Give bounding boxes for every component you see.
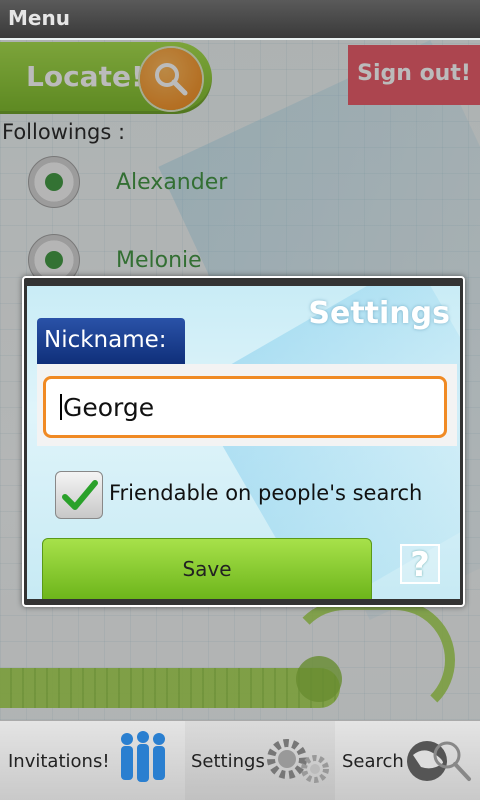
- save-label: Save: [182, 557, 232, 581]
- tab-search[interactable]: Search: [335, 721, 480, 800]
- help-label: ?: [410, 545, 430, 585]
- tab-label: Invitations!: [8, 751, 110, 772]
- bottom-tab-bar: Invitations! Settings Search: [0, 720, 480, 800]
- tab-invitations[interactable]: Invitations!: [0, 721, 185, 800]
- nickname-value: George: [63, 393, 155, 422]
- window-title: Menu: [8, 6, 70, 30]
- dialog-body: Settings Nickname: George Friendable on …: [27, 286, 460, 599]
- checkmark-icon: [62, 480, 98, 510]
- screen: Menu Locate! Sign out! Followings : Alex…: [0, 0, 480, 800]
- friendable-checkbox[interactable]: [55, 471, 103, 519]
- settings-dialog: Settings Nickname: George Friendable on …: [22, 276, 465, 607]
- text-cursor: [60, 394, 62, 420]
- save-button[interactable]: Save: [42, 538, 372, 599]
- title-bar: Menu: [0, 0, 480, 38]
- nickname-input[interactable]: George: [43, 376, 447, 438]
- gears-icon: [267, 739, 329, 783]
- dialog-title: Settings: [308, 296, 450, 331]
- tab-label: Settings: [191, 751, 265, 772]
- tab-label: Search: [342, 751, 404, 772]
- nickname-label: Nickname:: [37, 318, 185, 364]
- friendable-label[interactable]: Friendable on people's search: [109, 481, 422, 505]
- tab-settings[interactable]: Settings: [185, 721, 335, 800]
- globe-search-icon: [407, 741, 471, 781]
- people-icon: [121, 731, 165, 782]
- help-icon[interactable]: ?: [400, 544, 440, 584]
